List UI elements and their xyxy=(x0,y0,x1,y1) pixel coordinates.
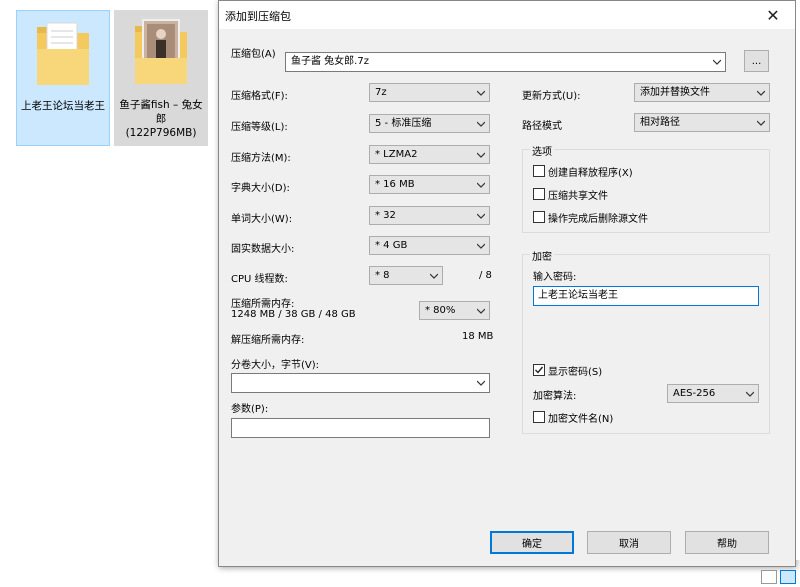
desktop-item-label: 鱼子酱fish – 兔女郎 xyxy=(119,99,203,125)
checkbox-box xyxy=(533,364,545,376)
checkbox-box xyxy=(533,165,545,177)
sfx-checkbox[interactable]: 创建自释放程序(X) xyxy=(533,164,633,179)
path-mode-value: 相对路径 xyxy=(640,117,680,128)
chevron-down-icon xyxy=(477,182,485,188)
add-to-archive-dialog: 添加到压缩包 ✕ 压缩包(A) 鱼子酱 兔女郎.7z ... 压缩格式(F): … xyxy=(218,0,796,567)
chevron-down-icon xyxy=(477,380,485,386)
encryption-method-label: 加密算法: xyxy=(533,391,577,402)
level-select[interactable]: 5 - 标准压缩 xyxy=(369,114,490,133)
dict-value: * 16 MB xyxy=(375,179,415,190)
close-button[interactable]: ✕ xyxy=(751,1,795,29)
encrypt-names-checkbox[interactable]: 加密文件名(N) xyxy=(533,410,614,425)
desktop-folder-item[interactable]: 上老王论坛当老王 xyxy=(16,10,110,146)
solid-value: * 4 GB xyxy=(375,240,408,251)
chevron-down-icon xyxy=(477,90,485,96)
shared-files-checkbox[interactable]: 压缩共享文件 xyxy=(533,187,608,202)
path-mode-label: 路径模式 xyxy=(522,121,562,132)
password-label: 输入密码: xyxy=(533,272,577,283)
encrypt-names-label: 加密文件名(N) xyxy=(548,413,614,425)
word-select[interactable]: * 32 xyxy=(369,206,490,225)
archive-label: 压缩包(A) xyxy=(231,49,276,60)
chevron-down-icon xyxy=(477,243,485,249)
level-value: 5 - 标准压缩 xyxy=(375,118,432,129)
details-view-icon[interactable] xyxy=(761,570,777,584)
cancel-button[interactable]: 取消 xyxy=(587,531,671,554)
checkbox-box xyxy=(533,211,545,223)
mem-comp-label: 压缩所需内存: xyxy=(231,299,295,310)
update-label: 更新方式(U): xyxy=(522,91,581,102)
dialog-titlebar[interactable]: 添加到压缩包 ✕ xyxy=(219,1,795,29)
window-edge xyxy=(796,0,800,560)
params-label: 参数(P): xyxy=(231,404,269,415)
method-label: 压缩方法(M): xyxy=(231,153,291,164)
password-input[interactable]: 上老王论坛当老王 xyxy=(533,286,759,306)
params-input[interactable] xyxy=(231,418,490,438)
chevron-down-icon xyxy=(746,391,754,397)
solid-label: 固实数据大小: xyxy=(231,244,295,255)
browse-button[interactable]: ... xyxy=(744,50,769,72)
mem-comp-detail: 1248 MB / 38 GB / 48 GB xyxy=(231,309,356,320)
delete-after-checkbox[interactable]: 操作完成后删除源文件 xyxy=(533,210,648,225)
sfx-label: 创建自释放程序(X) xyxy=(548,167,633,179)
method-value: * LZMA2 xyxy=(375,149,418,160)
shared-files-label: 压缩共享文件 xyxy=(548,190,608,202)
method-select[interactable]: * LZMA2 xyxy=(369,145,490,164)
close-icon: ✕ xyxy=(766,5,780,25)
photo-folder-icon xyxy=(135,19,187,84)
dict-label: 字典大小(D): xyxy=(231,183,290,194)
chevron-down-icon xyxy=(713,59,721,65)
large-icons-view-icon[interactable] xyxy=(780,570,796,584)
help-button[interactable]: 帮助 xyxy=(685,531,769,554)
format-select[interactable]: 7z xyxy=(369,83,490,102)
chevron-down-icon xyxy=(477,121,485,127)
show-password-checkbox[interactable]: 显示密码(S) xyxy=(533,363,603,378)
options-title: 选项 xyxy=(530,143,554,158)
desktop-folder-item[interactable]: 鱼子酱fish – 兔女郎 (122P796MB) xyxy=(114,10,208,146)
dialog-title: 添加到压缩包 xyxy=(225,10,291,23)
mem-decomp-value: 18 MB xyxy=(462,331,494,342)
ok-button[interactable]: 确定 xyxy=(490,531,574,554)
level-label: 压缩等级(L): xyxy=(231,122,288,133)
checkbox-box xyxy=(533,411,545,423)
update-mode-select[interactable]: 添加并替换文件 xyxy=(634,83,770,102)
archive-name-value: 鱼子酱 兔女郎.7z xyxy=(291,56,369,67)
delete-after-label: 操作完成后删除源文件 xyxy=(548,213,648,225)
folder-icon xyxy=(37,22,89,85)
encryption-method-value: AES-256 xyxy=(673,388,716,399)
chevron-down-icon xyxy=(430,273,438,279)
encryption-title: 加密 xyxy=(530,248,554,263)
mem-usage-select[interactable]: * 80% xyxy=(419,301,490,320)
dict-select[interactable]: * 16 MB xyxy=(369,175,490,194)
format-value: 7z xyxy=(375,87,387,98)
desktop-item-label: 上老王论坛当老王 xyxy=(21,100,105,112)
threads-select[interactable]: * 8 xyxy=(369,266,443,285)
word-value: * 32 xyxy=(375,210,396,221)
word-label: 单词大小(W): xyxy=(231,214,293,225)
chevron-down-icon xyxy=(477,213,485,219)
checkbox-box xyxy=(533,188,545,200)
archive-name-combo[interactable]: 鱼子酱 兔女郎.7z xyxy=(285,52,726,72)
view-switcher xyxy=(761,570,796,584)
threads-label: CPU 线程数: xyxy=(231,274,288,285)
mem-usage-value: * 80% xyxy=(425,305,456,316)
path-mode-select[interactable]: 相对路径 xyxy=(634,113,770,132)
format-label: 压缩格式(F): xyxy=(231,91,288,102)
checkmark-icon xyxy=(535,366,544,374)
update-mode-value: 添加并替换文件 xyxy=(640,87,710,98)
encryption-method-select[interactable]: AES-256 xyxy=(667,384,759,403)
chevron-down-icon xyxy=(477,152,485,158)
volume-size-combo[interactable] xyxy=(231,373,490,393)
chevron-down-icon xyxy=(757,120,765,126)
desktop-item-size: (122P796MB) xyxy=(125,127,197,139)
volume-label: 分卷大小，字节(V): xyxy=(231,360,320,371)
show-password-label: 显示密码(S) xyxy=(548,366,603,378)
threads-max: / 8 xyxy=(479,270,492,281)
chevron-down-icon xyxy=(477,308,485,314)
chevron-down-icon xyxy=(757,90,765,96)
solid-select[interactable]: * 4 GB xyxy=(369,236,490,255)
threads-value: * 8 xyxy=(375,270,390,281)
mem-decomp-label: 解压缩所需内存: xyxy=(231,335,305,346)
